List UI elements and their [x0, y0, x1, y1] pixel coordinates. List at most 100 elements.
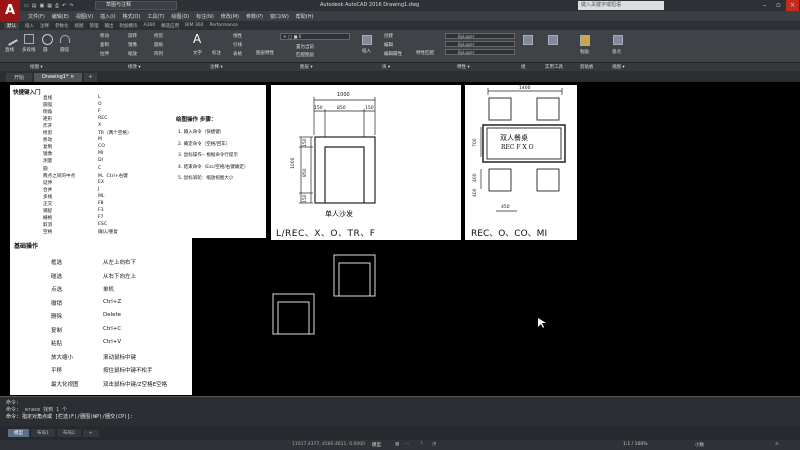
sofa-outline-2[interactable]: [272, 293, 315, 335]
trim-button[interactable]: 修剪: [154, 33, 163, 39]
tab-layout2[interactable]: 布局2: [56, 429, 81, 437]
table-button[interactable]: 表格: [233, 51, 242, 57]
array-button[interactable]: 阵列: [154, 51, 163, 57]
panel-annotation-label[interactable]: 注释 ▾: [210, 64, 223, 70]
menu-item[interactable]: 格式(O): [123, 13, 141, 20]
panel-utilities-label[interactable]: 实用工具: [545, 64, 563, 70]
make-current-button[interactable]: 置为当前: [296, 44, 314, 50]
menu-item[interactable]: 修改(M): [221, 13, 239, 20]
print-icon[interactable]: ⎙: [55, 3, 59, 9]
grid-icon[interactable]: ▦: [395, 442, 399, 447]
tab-annotate[interactable]: 注释: [40, 23, 49, 29]
tab-insert[interactable]: 插入: [25, 23, 34, 29]
circle-icon[interactable]: [42, 34, 53, 45]
annotation-scale[interactable]: 1:1 / 100%: [623, 442, 647, 447]
snap-icon[interactable]: ⋯: [405, 442, 410, 447]
menu-item[interactable]: 插入(I): [100, 13, 115, 20]
command-input[interactable]: 命令: 指定对角点或 [栏选(F)/圈围(WP)/圈交(CP)]:: [6, 413, 133, 420]
customize-icon[interactable]: ≡: [775, 442, 779, 447]
panel-block-label[interactable]: 块 ▾: [382, 64, 390, 70]
new-icon[interactable]: ▭: [24, 3, 29, 9]
close-icon[interactable]: ×: [786, 0, 799, 11]
tab-featured-apps[interactable]: 精选应用: [161, 23, 179, 29]
menu-item[interactable]: 文件(F): [28, 13, 45, 20]
paste-icon[interactable]: [580, 35, 590, 46]
mirror-button[interactable]: 镜像: [128, 42, 137, 48]
panel-clipboard-label[interactable]: 剪贴板: [580, 64, 594, 70]
text-icon[interactable]: A: [193, 32, 201, 46]
tab-addins[interactable]: 附加模块: [120, 23, 138, 29]
copy-button[interactable]: 复制: [100, 42, 109, 48]
menu-item[interactable]: 标注(N): [196, 13, 214, 20]
match-layer-button[interactable]: 匹配图层: [296, 52, 314, 58]
leader-button[interactable]: 引线: [233, 42, 242, 48]
panel-draw-label[interactable]: 绘图 ▾: [30, 64, 43, 70]
maximize-icon[interactable]: ▫: [772, 0, 785, 11]
base-point-icon[interactable]: [613, 35, 623, 45]
color-dropdown[interactable]: ByLayer: [445, 33, 515, 39]
arc-icon[interactable]: [60, 35, 70, 43]
tab-default[interactable]: 默认: [4, 22, 19, 29]
workspace-dropdown[interactable]: 草图与注释: [95, 1, 177, 10]
move-button[interactable]: 移动: [100, 33, 109, 39]
menu-item[interactable]: 编辑(E): [52, 13, 69, 20]
sofa-outline-1[interactable]: [333, 254, 376, 297]
stretch-button[interactable]: 拉伸: [100, 51, 109, 57]
add-layout-icon[interactable]: +: [82, 429, 99, 437]
close-tab-icon[interactable]: ×: [70, 74, 74, 80]
open-icon[interactable]: ▤: [32, 3, 37, 9]
new-tab-icon[interactable]: +: [84, 73, 97, 82]
menu-item[interactable]: 绘图(D): [171, 13, 189, 20]
linear-button[interactable]: 线性: [233, 33, 242, 39]
polar-icon[interactable]: ◔: [432, 442, 436, 447]
panel-view-label[interactable]: 视图 ▾: [612, 64, 625, 70]
linetype-dropdown[interactable]: ByLayer: [445, 41, 515, 47]
menu-item[interactable]: 窗口(W): [270, 13, 289, 20]
saveas-icon[interactable]: ▦: [47, 3, 52, 9]
polyline-tool-label[interactable]: 多段线: [22, 47, 36, 53]
line-icon[interactable]: [4, 32, 18, 46]
panel-layers-label[interactable]: 图层 ▾: [300, 64, 313, 70]
tab-manage[interactable]: 管理: [90, 23, 99, 29]
edit-block-button[interactable]: 编辑: [384, 42, 393, 48]
ortho-icon[interactable]: └: [420, 442, 423, 447]
redo-icon[interactable]: ↷: [69, 3, 73, 9]
menu-item[interactable]: 帮助(H): [296, 13, 314, 20]
tab-model[interactable]: 模型: [8, 429, 29, 437]
autocad-logo-button[interactable]: A: [0, 0, 20, 22]
model-space-toggle[interactable]: 模型: [372, 442, 381, 448]
tab-a360[interactable]: A360: [144, 23, 156, 28]
arc-tool-label[interactable]: 圆弧: [60, 47, 69, 53]
tab-view[interactable]: 视图: [75, 23, 84, 29]
text-tool-label[interactable]: 文字: [193, 50, 202, 56]
menu-item[interactable]: 视图(V): [76, 13, 93, 20]
save-icon[interactable]: ▣: [39, 3, 44, 9]
match-properties-label[interactable]: 特性匹配: [416, 50, 434, 56]
search-input[interactable]: 键入关键字或短语: [578, 1, 664, 10]
circle-tool-label[interactable]: 圆: [43, 47, 48, 53]
scale-button[interactable]: 缩放: [128, 51, 137, 57]
tab-start[interactable]: 开始: [6, 73, 33, 82]
menu-item[interactable]: 工具(T): [147, 13, 164, 20]
panel-group-label[interactable]: 组: [521, 64, 526, 70]
layer-properties-label[interactable]: 图层特性: [256, 50, 274, 56]
tab-bim360[interactable]: BIM 360: [185, 23, 203, 28]
menu-item[interactable]: 参数(P): [246, 13, 263, 20]
layer-dropdown[interactable]: ☀ ◯ ■ 0: [280, 33, 350, 40]
minimize-icon[interactable]: –: [758, 0, 771, 11]
polyline-icon[interactable]: [24, 34, 34, 44]
insert-block-icon[interactable]: [362, 35, 372, 45]
dimension-tool-label[interactable]: 标注: [212, 50, 221, 56]
measure-icon[interactable]: [548, 35, 558, 45]
create-block-button[interactable]: 创建: [384, 33, 393, 39]
panel-properties-label[interactable]: 特性 ▾: [457, 64, 470, 70]
edit-attributes-button[interactable]: 编辑属性: [384, 51, 402, 57]
group-icon[interactable]: [523, 35, 533, 45]
lineweight-dropdown[interactable]: ByLayer: [445, 49, 515, 55]
units-dropdown[interactable]: 小数: [695, 442, 704, 448]
tab-drawing1[interactable]: Drawing1* ×: [34, 73, 83, 82]
rotate-button[interactable]: 旋转: [128, 33, 137, 39]
undo-icon[interactable]: ↶: [62, 3, 66, 9]
tab-output[interactable]: 输出: [105, 23, 114, 29]
base-point-label[interactable]: 基点: [612, 49, 621, 55]
